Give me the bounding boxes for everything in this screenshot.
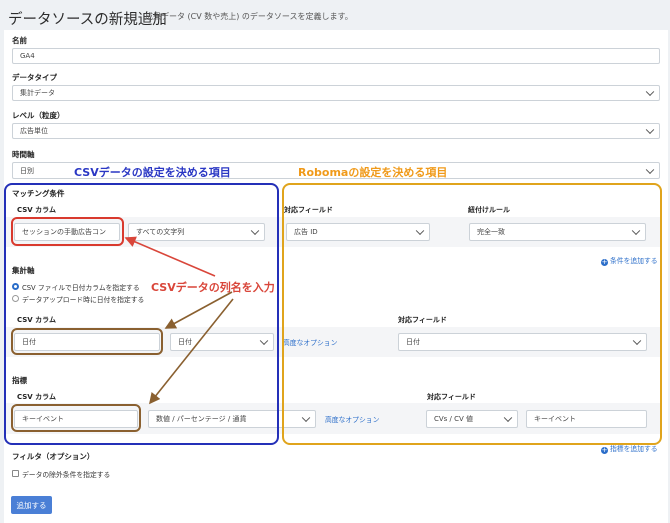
arrow-to-matching-column [124,236,216,277]
annotation-enter-column: CSVデータの列名を入力 [151,281,275,294]
arrow-to-date-column [164,291,233,329]
annotation-arrows [124,236,234,405]
